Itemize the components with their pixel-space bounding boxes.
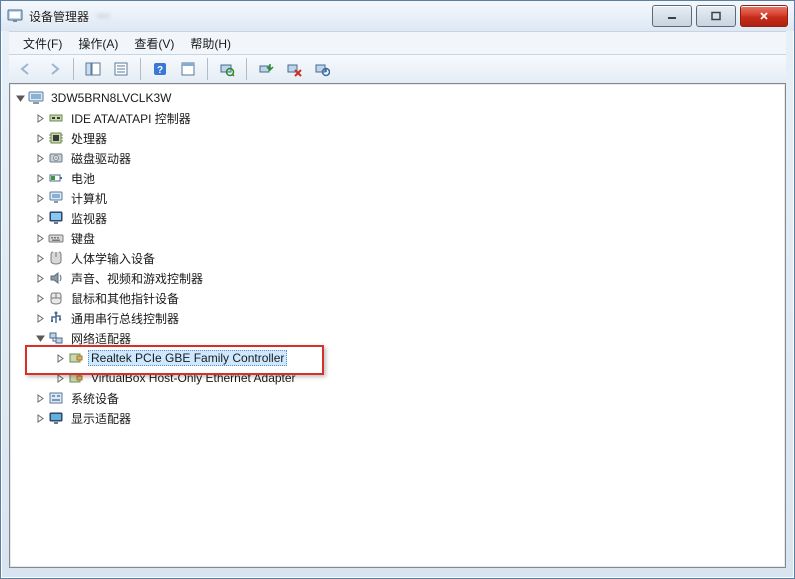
expander-closed-icon[interactable] [34,392,46,404]
menu-file[interactable]: 文件(F) [15,32,70,55]
device-manager-window: 设备管理器 ••• 文件(F) 操作(A) 查看(V) 帮助(H) [0,0,795,579]
system-icon [48,390,64,406]
tree-item[interactable]: 电池 [32,168,783,188]
expander-open-icon[interactable] [34,332,46,344]
toolbar-forward-button[interactable] [41,56,67,82]
window-controls [648,5,788,27]
expander-closed-icon[interactable] [34,132,46,144]
expander-closed-icon[interactable] [34,412,46,424]
expander-closed-icon[interactable] [34,112,46,124]
cpu-icon [48,130,64,146]
tree-item-label: 系统设备 [68,389,122,408]
tree-item[interactable]: 磁盘驱动器 [32,148,783,168]
nic-icon [68,350,84,366]
tree-item-label: 计算机 [68,189,110,208]
tree-item[interactable]: IDE ATA/ATAPI 控制器 [32,108,783,128]
toolbar-separator [246,58,247,80]
tree-item[interactable]: 键盘 [32,228,783,248]
toolbar-separator [73,58,74,80]
tree-item-label: Realtek PCIe GBE Family Controller [88,350,287,366]
window-title-obscured: ••• [97,9,110,23]
expander-closed-icon[interactable] [34,152,46,164]
tree-item[interactable]: 计算机 [32,188,783,208]
toolbar-separator [207,58,208,80]
toolbar-back-button[interactable] [13,56,39,82]
tree-item-label: 通用串行总线控制器 [68,309,182,328]
minimize-button[interactable] [652,5,692,27]
tree-item-label: IDE ATA/ATAPI 控制器 [68,109,194,128]
monitor-icon [48,210,64,226]
tree-item[interactable]: Realtek PCIe GBE Family Controller [52,348,783,368]
toolbar-uninstall-button[interactable] [281,56,307,82]
tree-root-item[interactable]: 3DW5BRN8LVCLK3W [12,88,783,108]
app-icon [7,8,23,24]
tree-root-label: 3DW5BRN8LVCLK3W [48,90,174,106]
toolbar-update-driver-button[interactable] [253,56,279,82]
tree-item-label: 监视器 [68,209,110,228]
tree-item-label: 磁盘驱动器 [68,149,134,168]
menu-action[interactable]: 操作(A) [70,32,126,55]
computer-root-icon [28,90,44,106]
hid-icon [48,250,64,266]
expander-closed-icon[interactable] [34,292,46,304]
sound-icon [48,270,64,286]
close-button[interactable] [740,5,788,27]
disk-icon [48,150,64,166]
tree-item-label: 电池 [68,169,98,188]
tree-item-label: 人体学输入设备 [68,249,158,268]
toolbar-disable-button[interactable] [309,56,335,82]
svg-text:?: ? [157,65,163,76]
expander-open-icon[interactable] [14,92,26,104]
ide-icon [48,110,64,126]
tree-item-label: 鼠标和其他指针设备 [68,289,182,308]
toolbar-help-button[interactable]: ? [147,56,173,82]
tree-item[interactable]: 处理器 [32,128,783,148]
usb-icon [48,310,64,326]
nic-icon [68,370,84,386]
expander-closed-icon[interactable] [34,312,46,324]
tree-item-label: 网络适配器 [68,329,134,348]
mouse-icon [48,290,64,306]
window-title: 设备管理器 [29,8,89,25]
menu-bar: 文件(F) 操作(A) 查看(V) 帮助(H) [9,31,786,55]
toolbar-show-tree-button[interactable] [80,56,106,82]
display-icon [48,410,64,426]
expander-closed-icon[interactable] [34,172,46,184]
toolbar-properties-sheet-button[interactable] [108,56,134,82]
tree-item[interactable]: 系统设备 [32,388,783,408]
toolbar-separator [140,58,141,80]
menu-help[interactable]: 帮助(H) [182,32,239,55]
tree-item[interactable]: 监视器 [32,208,783,228]
device-tree-pane[interactable]: 3DW5BRN8LVCLK3W IDE ATA/ATAPI 控制器处理器磁盘驱动器… [9,83,786,568]
expander-closed-icon[interactable] [34,252,46,264]
tree-item-label: 显示适配器 [68,409,134,428]
tree-item[interactable]: VirtualBox Host-Only Ethernet Adapter [52,368,783,388]
toolbar-action-properties-button[interactable] [175,56,201,82]
expander-closed-icon[interactable] [54,352,66,364]
keyboard-icon [48,230,64,246]
network-icon [48,330,64,346]
tree-item[interactable]: 网络适配器 [32,328,783,348]
tree-item-label: VirtualBox Host-Only Ethernet Adapter [88,370,299,386]
tree-item-label: 键盘 [68,229,98,248]
expander-closed-icon[interactable] [54,372,66,384]
battery-icon [48,170,64,186]
title-bar[interactable]: 设备管理器 ••• [1,1,794,31]
maximize-button[interactable] [696,5,736,27]
tree-item[interactable]: 显示适配器 [32,408,783,428]
tree-item-label: 声音、视频和游戏控制器 [68,269,206,288]
tree-item[interactable]: 声音、视频和游戏控制器 [32,268,783,288]
menu-view[interactable]: 查看(V) [126,32,182,55]
tree-item[interactable]: 鼠标和其他指针设备 [32,288,783,308]
expander-closed-icon[interactable] [34,192,46,204]
expander-closed-icon[interactable] [34,232,46,244]
expander-closed-icon[interactable] [34,272,46,284]
toolbar-scan-hardware-button[interactable] [214,56,240,82]
computer-icon [48,190,64,206]
toolbar: ? [9,55,786,84]
expander-closed-icon[interactable] [34,212,46,224]
tree-item-label: 处理器 [68,129,110,148]
tree-item[interactable]: 人体学输入设备 [32,248,783,268]
tree-item[interactable]: 通用串行总线控制器 [32,308,783,328]
